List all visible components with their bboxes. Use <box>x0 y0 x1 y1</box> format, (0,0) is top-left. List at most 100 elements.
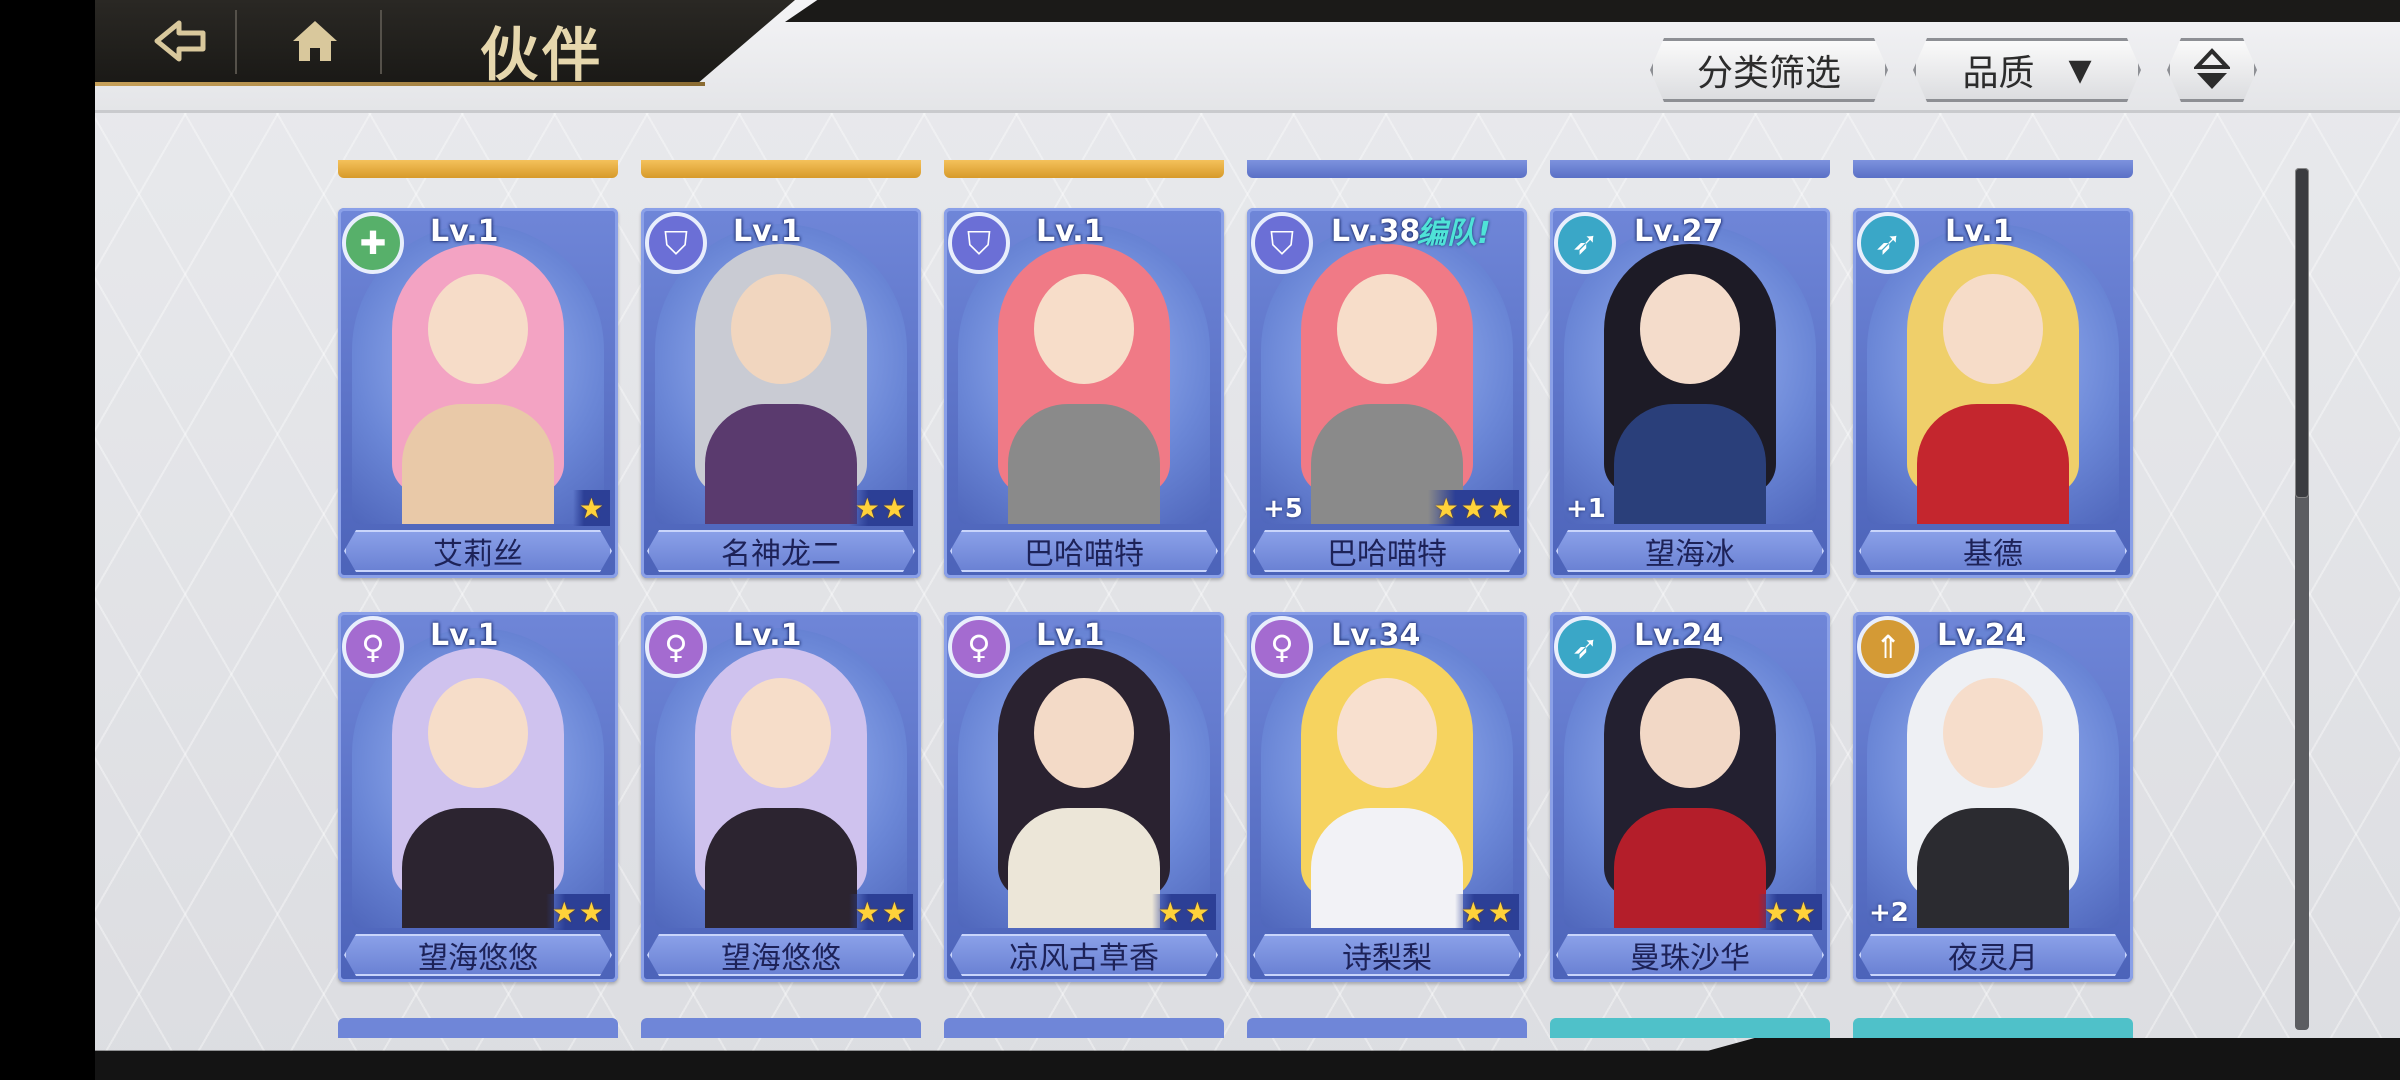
portrait-face <box>1943 274 2043 384</box>
archer-class-icon: ➶ <box>1554 616 1616 678</box>
partner-level: Lv.24 <box>1634 618 1724 653</box>
partner-card[interactable]: ♀ Lv.34 ★ ★ 诗梨梨 <box>1247 612 1527 982</box>
mage-class-icon: ♀ <box>342 616 404 678</box>
partner-name: 基德 <box>1859 530 2127 572</box>
star-icon: ★ <box>854 895 880 929</box>
enhance-level: +2 <box>1869 898 1909 928</box>
category-filter-button[interactable]: 分类筛选 <box>1650 38 1888 102</box>
partner-card-partial[interactable] <box>1550 160 1830 178</box>
partner-level: Lv.1 <box>1036 214 1105 249</box>
partner-card[interactable]: ♀ Lv.1 ★ ★ 望海悠悠 <box>338 612 618 982</box>
star-icon: ★ <box>1433 491 1459 525</box>
portrait-body <box>705 808 857 928</box>
star-icon: ★ <box>1184 895 1210 929</box>
partner-card[interactable]: ➶ Lv.24 ★ ★ 曼珠沙华 <box>1550 612 1830 982</box>
partner-level: Lv.24 <box>1937 618 2027 653</box>
enhance-level: +5 <box>1263 494 1303 524</box>
sort-toggle-icon <box>2194 48 2230 92</box>
portrait-body <box>1614 808 1766 928</box>
partner-card[interactable]: ➶ Lv.1 基德 <box>1853 208 2133 578</box>
star-icon: ★ <box>1487 491 1513 525</box>
partner-card-partial[interactable] <box>1853 1018 2133 1038</box>
star-rating: ★ ★ <box>1151 894 1216 930</box>
portrait-face <box>1034 678 1134 788</box>
quality-label: 品质 <box>1962 53 2035 94</box>
portrait-face <box>1640 678 1740 788</box>
back-button[interactable] <box>130 0 230 82</box>
home-button[interactable] <box>265 0 365 82</box>
portrait-body <box>1917 404 2069 524</box>
portrait-face <box>731 678 831 788</box>
portrait-body <box>402 808 554 928</box>
partner-level: Lv.27 <box>1634 214 1724 249</box>
partner-level: Lv.1 <box>430 214 499 249</box>
defender-class-icon: ⛉ <box>1251 212 1313 274</box>
star-icon: ★ <box>1460 895 1486 929</box>
partner-card-partial[interactable] <box>944 160 1224 178</box>
portrait-face <box>428 678 528 788</box>
partner-card[interactable]: ♀ Lv.1 ★ ★ 凉风古草香 <box>944 612 1224 982</box>
partner-card-partial[interactable] <box>1247 1018 1527 1038</box>
star-rating: ★ ★ <box>848 490 913 526</box>
partner-card-partial[interactable] <box>1853 160 2133 178</box>
partner-name: 夜灵月 <box>1859 934 2127 976</box>
partner-card[interactable]: ✚ Lv.1 ★ 艾莉丝 <box>338 208 618 578</box>
partner-level: Lv.34 <box>1331 618 1421 653</box>
partner-name: 望海悠悠 <box>344 934 612 976</box>
partner-card-partial[interactable] <box>338 1018 618 1038</box>
home-icon <box>293 21 337 61</box>
partner-level: Lv.1 <box>1945 214 2014 249</box>
star-icon: ★ <box>578 895 604 929</box>
portrait-body <box>1917 808 2069 928</box>
partner-card-partial[interactable] <box>944 1018 1224 1038</box>
partner-card[interactable]: ♀ Lv.1 ★ ★ 望海悠悠 <box>641 612 921 982</box>
page-title: 伙伴 <box>480 21 605 89</box>
partner-name: 曼珠沙华 <box>1556 934 1824 976</box>
star-rating: ★ <box>572 490 610 526</box>
partner-card-partial[interactable] <box>641 160 921 178</box>
support-class-icon: ✚ <box>342 212 404 274</box>
partner-name: 凉风古草香 <box>950 934 1218 976</box>
portrait-face <box>731 274 831 384</box>
star-icon: ★ <box>551 895 577 929</box>
partner-card[interactable]: ➶ Lv.27 +1 望海冰 <box>1550 208 1830 578</box>
mage-class-icon: ♀ <box>948 616 1010 678</box>
partner-card[interactable]: ⇑ Lv.24 +2 夜灵月 <box>1853 612 2133 982</box>
portrait-body <box>1008 404 1160 524</box>
sort-toggle-button[interactable] <box>2167 38 2257 102</box>
partner-card[interactable]: ⛉ Lv.1 巴哈喵特 <box>944 208 1224 578</box>
footer-decoration <box>95 1038 2400 1080</box>
warrior-class-icon: ⇑ <box>1857 616 1919 678</box>
top-stripe-decoration <box>785 0 2400 22</box>
partner-name: 名神龙二 <box>647 530 915 572</box>
portrait-face <box>1640 274 1740 384</box>
star-rating: ★ ★ ★ <box>1427 490 1519 526</box>
partner-card-partial[interactable] <box>1550 1018 1830 1038</box>
star-icon: ★ <box>854 491 880 525</box>
partner-card-partial[interactable] <box>1247 160 1527 178</box>
portrait-face <box>1337 274 1437 384</box>
partner-name: 艾莉丝 <box>344 530 612 572</box>
portrait-face <box>1337 678 1437 788</box>
partner-name: 望海冰 <box>1556 530 1824 572</box>
partner-level: Lv.38 <box>1331 214 1421 249</box>
category-filter-label: 分类筛选 <box>1696 53 1841 94</box>
portrait-face <box>428 274 528 384</box>
portrait-body <box>1614 404 1766 524</box>
quality-dropdown[interactable]: 品质 ▼ <box>1913 38 2141 102</box>
partner-card[interactable]: ⛉ Lv.38 编队! ★ ★ ★ +5 巴哈喵特 <box>1247 208 1527 578</box>
star-rating: ★ ★ <box>1757 894 1822 930</box>
gold-trim-decoration <box>95 82 705 86</box>
chevron-down-icon: ▼ <box>2068 52 2092 88</box>
star-icon: ★ <box>1790 895 1816 929</box>
partner-level: Lv.1 <box>733 618 802 653</box>
header-divider <box>380 10 382 74</box>
partner-card[interactable]: ⛉ Lv.1 ★ ★ 名神龙二 <box>641 208 921 578</box>
partner-card-partial[interactable] <box>641 1018 921 1038</box>
partner-card-partial[interactable] <box>338 160 618 178</box>
star-icon: ★ <box>578 491 604 525</box>
scrollbar-thumb[interactable] <box>2295 168 2309 498</box>
portrait-face <box>1034 274 1134 384</box>
partner-name: 巴哈喵特 <box>1253 530 1521 572</box>
star-rating: ★ ★ <box>848 894 913 930</box>
